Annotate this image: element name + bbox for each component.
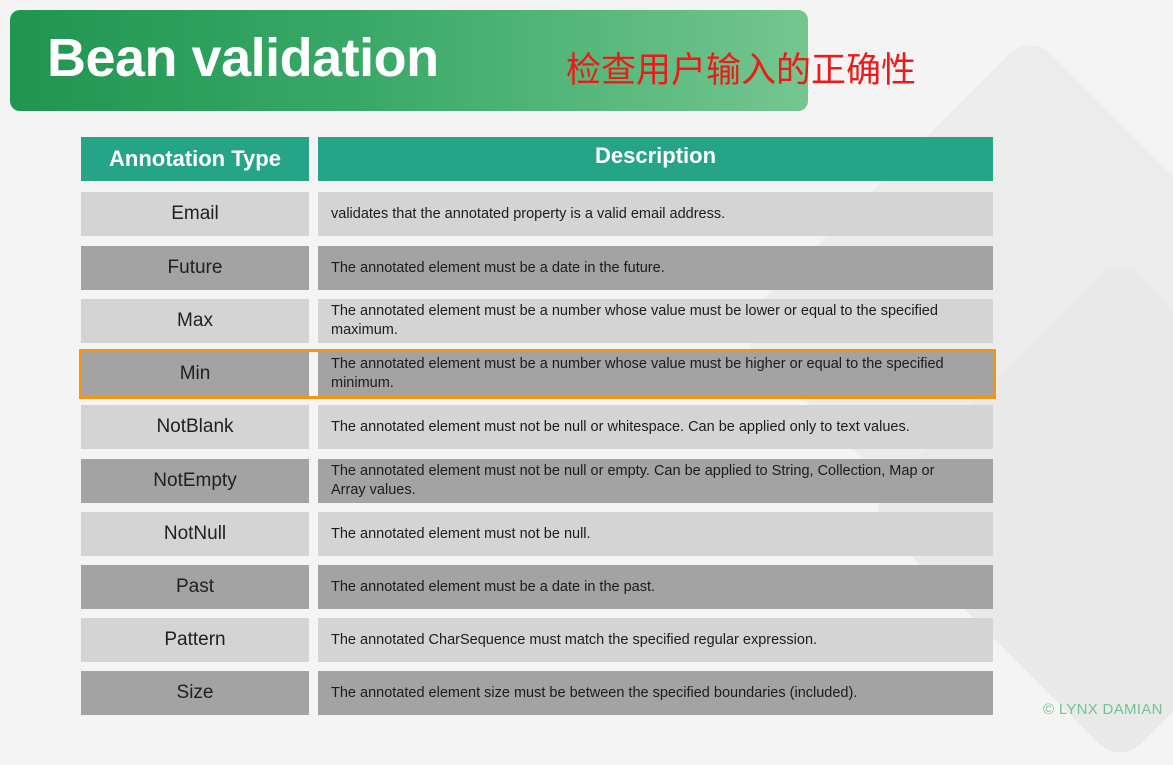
table-row-type-cell: Max — [81, 299, 309, 343]
table-row-description-cell: The annotated element must be a number w… — [318, 299, 993, 343]
table-row-description-cell: The annotated element must be a number w… — [318, 352, 993, 396]
table-row-description-cell: The annotated element must not be null o… — [318, 405, 993, 449]
header-description: Description — [318, 137, 993, 181]
header-annotation-type: Annotation Type — [81, 137, 309, 181]
table-row-description-cell: The annotated element must be a date in … — [318, 565, 993, 609]
table-row-description-cell: The annotated element size must be betwe… — [318, 671, 993, 715]
table-row-type-cell: NotNull — [81, 512, 309, 556]
slide-subtitle: 检查用户输入的正确性 — [566, 51, 917, 90]
table-row-type-cell: Size — [81, 671, 309, 715]
slide-title: Bean validation — [47, 28, 439, 88]
table-row-type-cell: Pattern — [81, 618, 309, 662]
copyright-watermark: © LYNX DAMIAN — [1043, 701, 1163, 718]
table-row-description-cell: The annotated CharSequence must match th… — [318, 618, 993, 662]
table-row-type-cell: Future — [81, 246, 309, 290]
table-row-description-cell: The annotated element must not be null. — [318, 512, 993, 556]
table-row-description-cell: The annotated element must be a date in … — [318, 246, 993, 290]
table-row-type-cell: NotEmpty — [81, 459, 309, 503]
table-row-type-cell: Min — [81, 352, 309, 396]
table-row-type-cell: Email — [81, 192, 309, 236]
table-row-type-cell: NotBlank — [81, 405, 309, 449]
table-row-description-cell: The annotated element must not be null o… — [318, 459, 993, 503]
table-row-type-cell: Past — [81, 565, 309, 609]
table-row-description-cell: validates that the annotated property is… — [318, 192, 993, 236]
